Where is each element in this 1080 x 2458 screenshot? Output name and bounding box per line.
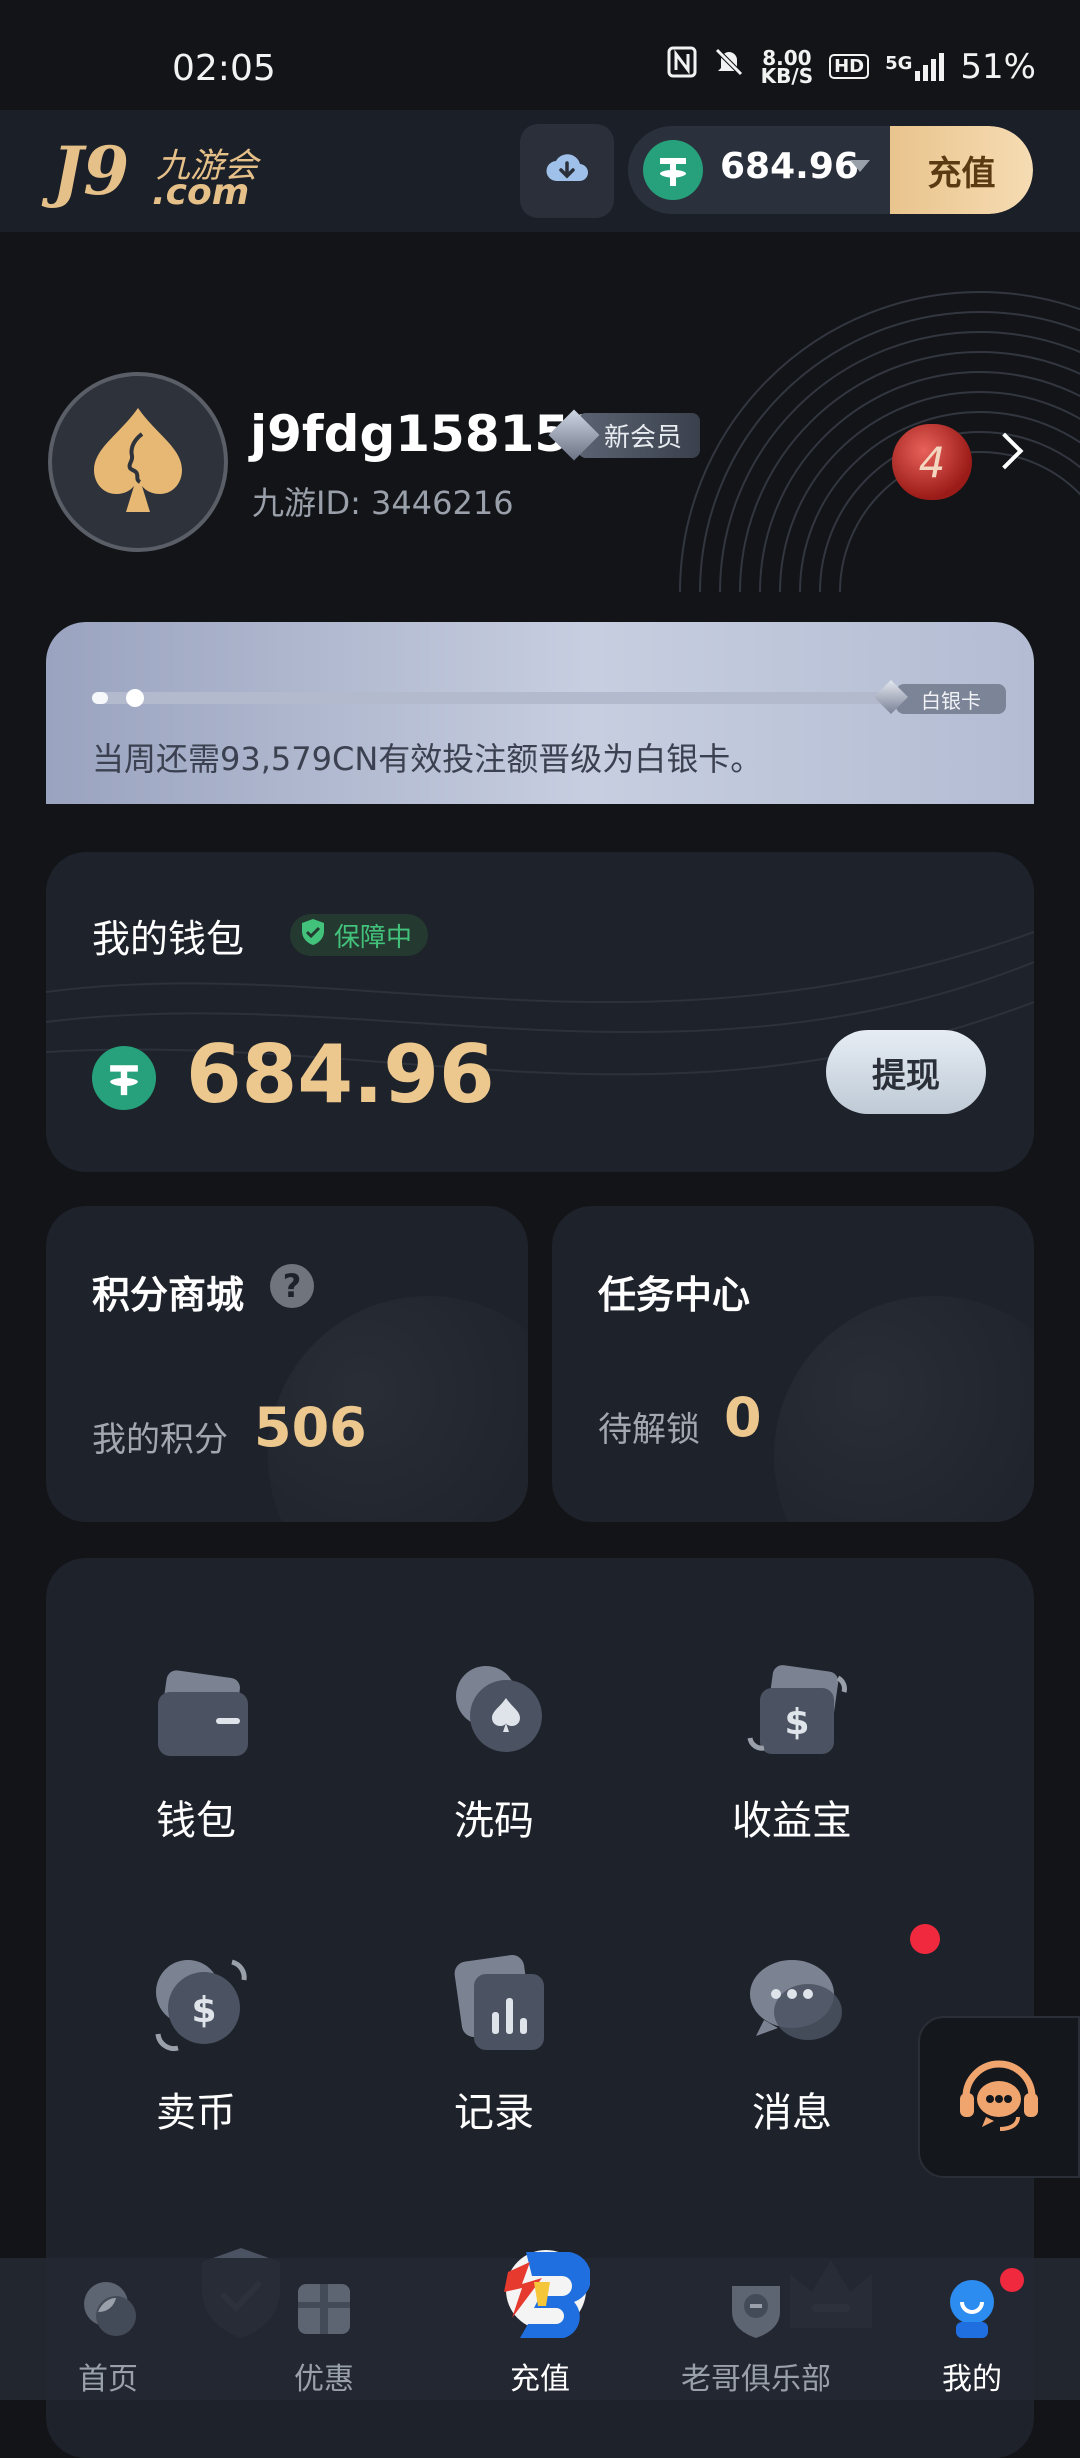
chat-bubble-icon — [742, 1950, 852, 2060]
status-icons: 8.00 KB/S HD 5G 51% — [667, 46, 1036, 87]
battery-text: 51% — [960, 46, 1036, 87]
bottom-navigation: 首页 优惠 充值 老哥俱乐部 我的 — [0, 2250, 1080, 2400]
profile-icon — [936, 2272, 1008, 2344]
nav-club[interactable]: 老哥俱乐部 — [676, 2258, 836, 2400]
signal-icon: 5G — [885, 52, 945, 81]
level-medal[interactable]: 4 — [892, 424, 972, 500]
grid-item-sell-coin[interactable]: $ 卖币 — [46, 1950, 346, 2170]
network-speed: 8.00 KB/S — [760, 48, 814, 88]
shield-check-icon — [300, 918, 326, 953]
vip-progress-knob — [126, 689, 144, 707]
user-id: 九游ID: 3446216 — [252, 484, 514, 522]
home-icon — [72, 2272, 144, 2344]
cloud-download-icon — [545, 151, 589, 191]
task-center-title: 任务中心 — [598, 1273, 751, 1317]
level-number: 4 — [918, 437, 946, 487]
tether-coin-icon — [643, 140, 703, 200]
message-notification-dot — [910, 1924, 940, 1954]
nav-home[interactable]: 首页 — [28, 2258, 188, 2400]
withdraw-button[interactable]: 提现 — [826, 1030, 986, 1114]
vip-progress-card[interactable]: 白银卡 当周还需93,579CN有效投注额晋级为白银卡。 — [46, 622, 1034, 804]
nav-label: 老哥俱乐部 — [681, 2362, 831, 2397]
nav-label: 首页 — [78, 2362, 138, 2397]
headset-icon — [956, 2055, 1042, 2139]
decorative-orb — [774, 1296, 1034, 1522]
grid-label: 钱包 — [156, 1798, 236, 1844]
points-mall-card[interactable]: 积分商城 ? 我的积分 506 — [46, 1206, 528, 1522]
logo-main: J9 — [52, 132, 130, 210]
wallet-amount: 684.96 — [186, 1028, 495, 1121]
recharge-button[interactable]: 充值 — [890, 126, 1033, 214]
nav-label: 优惠 — [294, 2362, 354, 2397]
nav-label: 充值 — [510, 2362, 570, 2397]
brand-logo[interactable]: J9 九游会 .com — [52, 128, 302, 218]
download-button[interactable] — [520, 124, 614, 218]
nfc-icon — [667, 46, 697, 87]
nav-label: 我的 — [942, 2362, 1002, 2397]
recharge-logo-icon — [490, 2242, 592, 2342]
vip-progress-message: 当周还需93,579CN有效投注额晋级为白银卡。 — [92, 740, 763, 778]
points-mall-title: 积分商城 — [92, 1273, 245, 1317]
grid-label: 卖币 — [156, 2090, 236, 2136]
balance-dropdown-icon[interactable] — [850, 160, 870, 172]
spade-avatar-icon — [90, 404, 186, 520]
spade-coin-icon — [444, 1658, 554, 1768]
nav-recharge[interactable]: 充值 — [460, 2250, 620, 2400]
next-level-label: 白银卡 — [896, 684, 1006, 714]
nav-promotions[interactable]: 优惠 — [244, 2258, 404, 2400]
wallet-card: 我的钱包 保障中 684.96 提现 — [46, 852, 1034, 1172]
grid-label: 收益宝 — [732, 1798, 852, 1844]
svg-text:$: $ — [191, 1990, 216, 2031]
wallet-icon — [146, 1658, 256, 1768]
tasks-value: 0 — [724, 1386, 762, 1449]
grid-item-messages[interactable]: 消息 — [642, 1950, 942, 2170]
dollar-exchange-icon: $ — [146, 1950, 256, 2060]
next-level-tag: 白银卡 — [874, 678, 1026, 718]
vip-progress-track — [92, 692, 892, 704]
hd-badge: HD — [829, 54, 870, 79]
member-badge: 新会员 — [548, 409, 701, 461]
club-icon — [720, 2272, 792, 2344]
profile-notification-dot — [1000, 2268, 1024, 2292]
mute-bell-icon — [713, 46, 745, 87]
points-value: 506 — [254, 1396, 367, 1459]
status-time: 02:05 — [172, 48, 276, 89]
grid-label: 消息 — [752, 2090, 832, 2136]
grid-item-yield[interactable]: $ 收益宝 — [642, 1658, 942, 1878]
grid-label: 洗码 — [454, 1798, 534, 1844]
grid-item-wallet[interactable]: 钱包 — [46, 1658, 346, 1878]
signal-label: 5G — [885, 52, 913, 74]
dollar-card-icon: $ — [742, 1658, 852, 1768]
customer-service-button[interactable] — [918, 2016, 1080, 2178]
svg-text:$: $ — [784, 1702, 809, 1743]
wallet-badge-label: 保障中 — [334, 922, 413, 953]
tasks-label: 待解锁 — [598, 1410, 700, 1450]
help-icon[interactable]: ? — [270, 1264, 314, 1308]
bar-chart-icon — [444, 1950, 554, 2060]
gift-icon — [288, 2272, 360, 2344]
wallet-protected-badge: 保障中 — [290, 914, 429, 956]
nav-profile[interactable]: 我的 — [892, 2258, 1052, 2400]
wallet-title: 我的钱包 — [92, 917, 245, 961]
vip-progress-fill — [92, 692, 108, 704]
header-balance-amount: 684.96 — [720, 146, 859, 187]
tether-coin-icon — [92, 1046, 156, 1110]
header-balance[interactable]: 684.96 充值 — [628, 126, 1033, 214]
network-speed-unit: KB/S — [760, 63, 814, 88]
grid-label: 记录 — [454, 2090, 534, 2136]
grid-item-rebate[interactable]: 洗码 — [344, 1658, 644, 1878]
points-label: 我的积分 — [92, 1420, 228, 1460]
task-center-card[interactable]: 任务中心 待解锁 0 — [552, 1206, 1034, 1522]
grid-item-records[interactable]: 记录 — [344, 1950, 644, 2170]
avatar[interactable] — [48, 372, 228, 552]
logo-domain: .com — [152, 172, 250, 213]
